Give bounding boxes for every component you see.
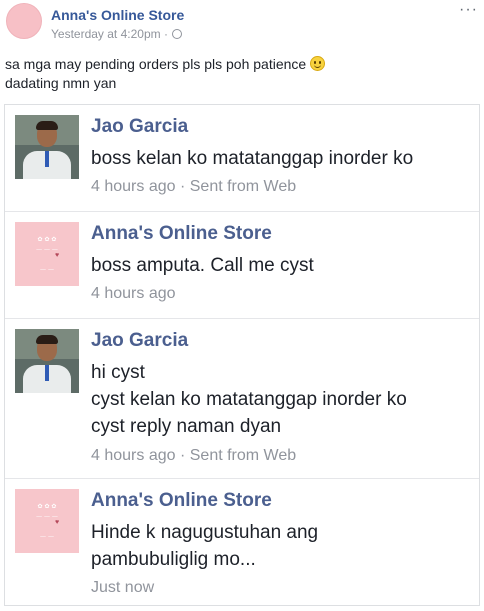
message-line: pambubuliglig mo...	[91, 549, 256, 570]
avatar	[15, 329, 79, 393]
message-line: Hinde k nagugustuhan ang	[91, 522, 319, 543]
sender-name: Anna's Online Store	[91, 490, 272, 511]
message-item: Jao Garcia hi cyst cyst kelan ko matatan…	[5, 319, 479, 479]
avatar	[15, 115, 79, 179]
message-line: boss amputa. Call me cyst	[91, 255, 314, 276]
page-name-link[interactable]: Anna's Online Store	[51, 7, 184, 23]
post-text-line-1: sa mga may pending orders pls pls poh pa…	[5, 56, 307, 72]
message-time: 4 hours ago	[91, 178, 176, 195]
meta-separator: ·	[163, 27, 168, 41]
avatar: ✿ ✿ ✿ — — — ♥ — —	[15, 222, 79, 286]
message-source: · Sent from Web	[179, 178, 297, 195]
avatar: ✿ ✿ ✿ — — — ♥ — —	[15, 489, 79, 553]
message-meta: 4 hours ago · Sent from Web	[91, 447, 296, 465]
message-line: boss kelan ko matatanggap inorder ko	[91, 148, 414, 169]
post-meta: Yesterday at 4:20pm ·	[51, 27, 183, 41]
message-time: 4 hours ago	[91, 447, 176, 464]
message-meta: 4 hours ago · Sent from Web	[91, 178, 296, 196]
message-time: 4 hours ago	[91, 285, 176, 302]
post-timestamp[interactable]: Yesterday at 4:20pm	[51, 27, 161, 41]
message-text: Hinde k nagugustuhan ang pambubuliglig m…	[91, 519, 471, 573]
smiley-icon	[310, 56, 326, 71]
globe-icon[interactable]	[172, 29, 183, 39]
message-line: cyst kelan ko matatanggap inorder ko	[91, 389, 407, 410]
post-header: Anna's Online Store Yesterday at 4:20pm …	[0, 0, 484, 50]
sender-name: Jao Garcia	[91, 116, 189, 137]
post-text: sa mga may pending orders pls pls poh pa…	[5, 55, 475, 93]
more-options-icon[interactable]: ···	[459, 2, 478, 18]
message-line: cyst reply naman dyan	[91, 416, 282, 437]
sender-name: Anna's Online Store	[91, 223, 272, 244]
message-item: ✿ ✿ ✿ — — — ♥ — — Anna's Online Store Hi…	[5, 479, 479, 605]
message-text: hi cyst cyst kelan ko matatanggap inorde…	[91, 359, 471, 440]
message-meta: Just now	[91, 579, 154, 597]
sender-name: Jao Garcia	[91, 330, 189, 351]
message-meta: 4 hours ago	[91, 285, 176, 303]
message-screenshot: Jao Garcia boss kelan ko matatanggap ino…	[4, 104, 480, 606]
message-text: boss amputa. Call me cyst	[91, 252, 471, 279]
message-item: Jao Garcia boss kelan ko matatanggap ino…	[5, 105, 479, 212]
message-time: Just now	[91, 579, 155, 596]
message-item: ✿ ✿ ✿ — — — ♥ — — Anna's Online Store bo…	[5, 212, 479, 319]
page-avatar[interactable]	[6, 3, 42, 39]
message-text: boss kelan ko matatanggap inorder ko	[91, 145, 471, 172]
message-source: · Sent from Web	[179, 447, 297, 464]
post-text-line-2: dadating nmn yan	[5, 75, 117, 91]
message-line: hi cyst	[91, 362, 145, 383]
